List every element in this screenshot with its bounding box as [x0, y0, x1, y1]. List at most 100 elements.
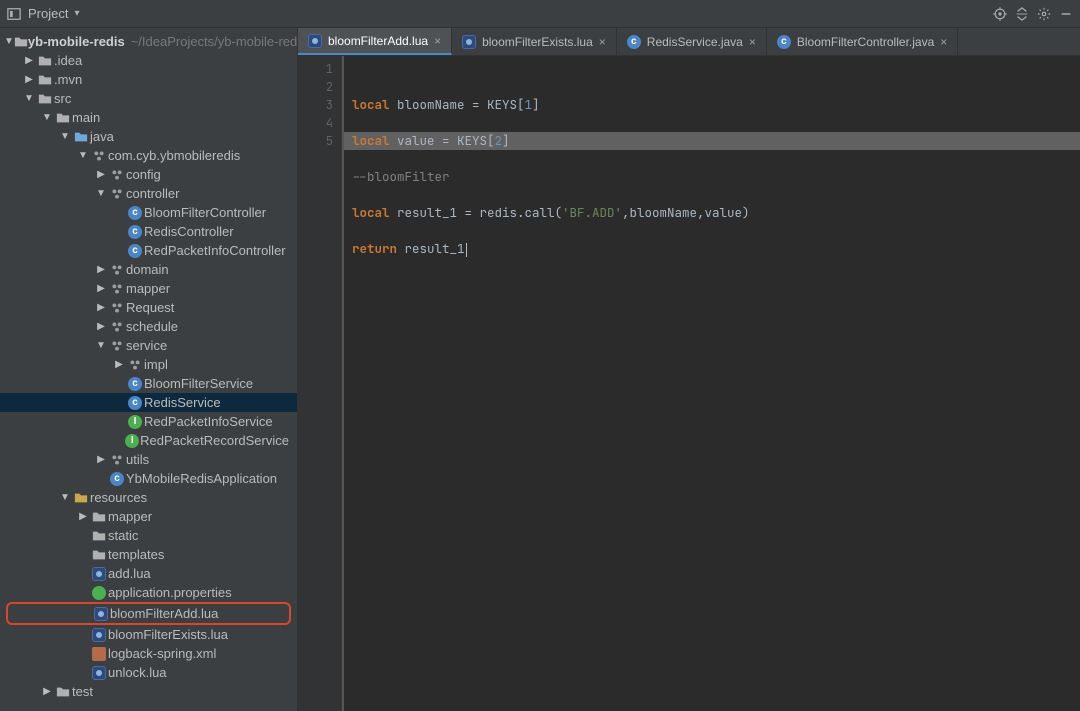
tree-redpacketinfo-service[interactable]: I RedPacketInfoService: [0, 412, 297, 431]
tree-add-lua[interactable]: add.lua: [0, 564, 297, 583]
tree-redpacketinfo-controller[interactable]: c RedPacketInfoController: [0, 241, 297, 260]
lua-file-icon: [90, 628, 108, 642]
tree-domain[interactable]: ▶ domain: [0, 260, 297, 279]
tree-static[interactable]: static: [0, 526, 297, 545]
tree-resources[interactable]: ▼ resources: [0, 488, 297, 507]
tree-test[interactable]: ▶ test: [0, 682, 297, 701]
lua-file-icon: [462, 35, 476, 49]
tab-label: RedisService.java: [647, 35, 743, 49]
tree-redis-service[interactable]: c RedisService: [0, 393, 297, 412]
tab-label: bloomFilterExists.lua: [482, 35, 593, 49]
line-number-gutter: 1 2 3 4 5: [298, 56, 342, 711]
line-number: 3: [298, 96, 333, 114]
tree-mapper[interactable]: ▶ mapper: [0, 279, 297, 298]
line-number: 2: [298, 78, 333, 96]
tree-bloomadd-lua[interactable]: bloomFilterAdd.lua: [8, 604, 289, 623]
tree-bloom-controller[interactable]: c BloomFilterController: [0, 203, 297, 222]
tree-idea[interactable]: ▶ .idea: [0, 51, 297, 70]
close-tab-icon[interactable]: ×: [599, 35, 606, 49]
tab-bloomfiltercontroller[interactable]: c BloomFilterController.java ×: [767, 28, 958, 55]
tree-app-props[interactable]: application.properties: [0, 583, 297, 602]
tree-main[interactable]: ▼ main: [0, 108, 297, 127]
class-icon: c: [126, 377, 144, 391]
editor-tab-bar: bloomFilterAdd.lua × bloomFilterExists.l…: [298, 28, 1080, 56]
tree-app-class[interactable]: c YbMobileRedisApplication: [0, 469, 297, 488]
tree-config[interactable]: ▶ config: [0, 165, 297, 184]
tree-unlock-lua[interactable]: unlock.lua: [0, 663, 297, 682]
class-icon: c: [126, 396, 144, 410]
settings-gear-icon[interactable]: [1036, 6, 1052, 22]
tree-bloom-service[interactable]: c BloomFilterService: [0, 374, 297, 393]
spring-class-icon: c: [108, 472, 126, 486]
tree-bloomexists-lua[interactable]: bloomFilterExists.lua: [0, 625, 297, 644]
java-class-icon: c: [777, 35, 791, 49]
close-tab-icon[interactable]: ×: [434, 34, 441, 48]
lua-file-icon: [308, 34, 322, 48]
tab-redisservice[interactable]: c RedisService.java ×: [617, 28, 767, 55]
close-tab-icon[interactable]: ×: [940, 35, 947, 49]
class-icon: c: [126, 244, 144, 258]
project-panel-title[interactable]: Project ▾: [28, 6, 80, 21]
folder-icon: [90, 548, 108, 562]
project-view-icon[interactable]: [6, 6, 22, 22]
package-icon: [108, 320, 126, 334]
package-icon: [108, 453, 126, 467]
tree-controller[interactable]: ▼ controller: [0, 184, 297, 203]
tree-impl[interactable]: ▶ impl: [0, 355, 297, 374]
interface-icon: I: [124, 434, 140, 448]
line-number: 4: [298, 114, 333, 132]
editor-area: bloomFilterAdd.lua × bloomFilterExists.l…: [298, 28, 1080, 711]
java-class-icon: c: [627, 35, 641, 49]
lua-file-icon: [90, 666, 108, 680]
tree-logback[interactable]: logback-spring.xml: [0, 644, 297, 663]
tab-label: bloomFilterAdd.lua: [328, 34, 428, 48]
tree-package[interactable]: ▼ com.cyb.ybmobileredis: [0, 146, 297, 165]
folder-icon: [36, 92, 54, 106]
project-panel-header: Project ▾: [0, 0, 1080, 28]
package-icon: [126, 358, 144, 372]
tree-service[interactable]: ▼ service: [0, 336, 297, 355]
close-tab-icon[interactable]: ×: [749, 35, 756, 49]
package-icon: [108, 282, 126, 296]
tree-templates[interactable]: templates: [0, 545, 297, 564]
tree-redis-controller[interactable]: c RedisController: [0, 222, 297, 241]
editor-body: 1 2 3 4 5 local bloomName = KEYS[1] loca…: [298, 56, 1080, 711]
minimize-icon[interactable]: [1058, 6, 1074, 22]
folder-icon: [90, 529, 108, 543]
project-title-text: Project: [28, 6, 68, 21]
tree-redpacketrecord-service[interactable]: I RedPacketRecordService: [0, 431, 297, 450]
tree-request[interactable]: ▶ Request: [0, 298, 297, 317]
tree-mapper-res[interactable]: ▶ mapper: [0, 507, 297, 526]
tab-bloomfilteradd[interactable]: bloomFilterAdd.lua ×: [298, 28, 452, 55]
package-icon: [108, 168, 126, 182]
tab-bloomfilterexists[interactable]: bloomFilterExists.lua ×: [452, 28, 617, 55]
tree-schedule[interactable]: ▶ schedule: [0, 317, 297, 336]
package-icon: [108, 301, 126, 315]
project-tree-panel: ▼ yb-mobile-redis ~/IdeaProjects/yb-mobi…: [0, 28, 298, 711]
main-split: ▼ yb-mobile-redis ~/IdeaProjects/yb-mobi…: [0, 28, 1080, 711]
tree-java[interactable]: ▼ java: [0, 127, 297, 146]
root-label: yb-mobile-redis: [28, 34, 125, 49]
lua-file-icon: [92, 607, 110, 621]
class-icon: c: [126, 225, 144, 239]
text-caret: [466, 243, 467, 257]
root-hint: ~/IdeaProjects/yb-mobile-redis: [131, 34, 297, 49]
folder-icon: [54, 685, 72, 699]
properties-file-icon: [90, 586, 108, 600]
project-tree[interactable]: ▼ yb-mobile-redis ~/IdeaProjects/yb-mobi…: [0, 28, 297, 711]
package-icon: [108, 339, 126, 353]
resource-folder-icon: [72, 491, 90, 505]
folder-icon: [36, 54, 54, 68]
expand-all-icon[interactable]: [1014, 6, 1030, 22]
target-icon[interactable]: [992, 6, 1008, 22]
tree-root[interactable]: ▼ yb-mobile-redis ~/IdeaProjects/yb-mobi…: [0, 32, 297, 51]
lua-file-icon: [90, 567, 108, 581]
line-number: 5: [298, 132, 333, 150]
tree-src[interactable]: ▼ src: [0, 89, 297, 108]
dropdown-arrow-icon: ▾: [74, 8, 79, 19]
tree-mvn[interactable]: ▶ .mvn: [0, 70, 297, 89]
tree-utils[interactable]: ▶ utils: [0, 450, 297, 469]
folder-icon: [90, 510, 108, 524]
code-editor[interactable]: local bloomName = KEYS[1] local value = …: [342, 56, 1080, 711]
folder-icon: [36, 73, 54, 87]
